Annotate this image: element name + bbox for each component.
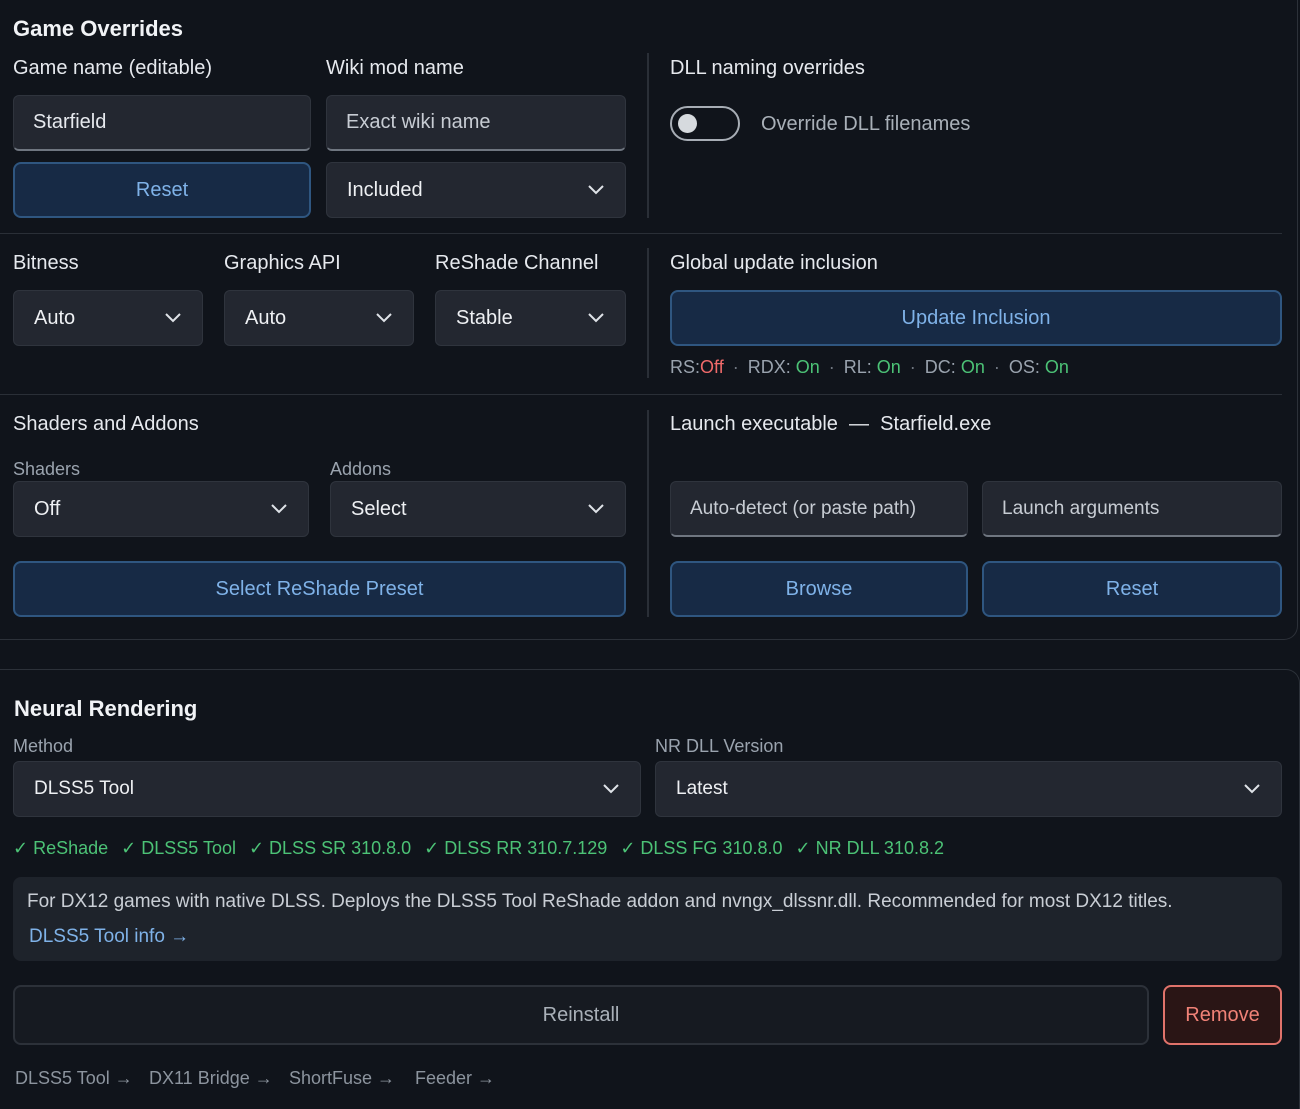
shaders-label: Shaders <box>13 459 81 479</box>
reinstall-button[interactable]: Reinstall <box>13 985 1149 1045</box>
status-rl: RL: On <box>843 357 901 377</box>
launch-path-placeholder: Auto-detect (or paste path) <box>690 497 917 519</box>
status-rdx: RDX: On <box>747 357 820 377</box>
chevron-down-icon <box>270 500 288 518</box>
chevron-down-icon <box>164 309 182 327</box>
launch-exe-name: Starfield.exe <box>880 413 992 435</box>
check-dlss5-tool: ✓ DLSS5 Tool <box>121 838 236 858</box>
browse-button[interactable]: Browse <box>670 561 968 617</box>
chevron-down-icon <box>375 309 393 327</box>
select-reshade-preset-button[interactable]: Select ReShade Preset <box>13 561 626 617</box>
dlss5-tool-info-link[interactable]: DLSS5 Tool info → <box>29 926 189 948</box>
addons-label: Addons <box>330 459 392 479</box>
graphics-api-select[interactable]: Auto <box>224 290 414 346</box>
global-update-label: Global update inclusion <box>670 252 878 274</box>
wiki-mod-name-input[interactable]: Exact wiki name <box>326 95 626 151</box>
shaders-value: Off <box>34 497 61 520</box>
check-dlss-sr: ✓ DLSS SR 310.8.0 <box>248 838 412 858</box>
method-description: For DX12 games with native DLSS. Deploys… <box>27 891 1173 912</box>
launch-arguments-input[interactable]: Launch arguments <box>982 481 1282 537</box>
method-label: Method <box>13 736 74 756</box>
reset-launch-button[interactable]: Reset <box>982 561 1282 617</box>
bitness-select[interactable]: Auto <box>13 290 203 346</box>
addons-value: Select <box>351 497 407 520</box>
shaders-select[interactable]: Off <box>13 481 309 537</box>
inclusion-select[interactable]: Included <box>326 162 626 218</box>
section-title-game-overrides: Game Overrides <box>13 16 183 41</box>
status-os: OS: On <box>1008 357 1069 377</box>
game-name-label: Game name (editable) <box>13 57 212 79</box>
footer-link-dlss5-tool[interactable]: DLSS5 Tool → <box>15 1068 133 1089</box>
chevron-down-icon <box>1243 780 1261 798</box>
reshade-channel-value: Stable <box>456 306 513 329</box>
check-dlss-fg: ✓ DLSS FG 310.8.0 <box>620 838 783 858</box>
graphics-api-value: Auto <box>245 306 287 329</box>
horizontal-divider <box>0 394 1282 395</box>
update-inclusion-button[interactable]: Update Inclusion <box>670 290 1282 346</box>
dll-naming-label: DLL naming overrides <box>670 57 865 79</box>
method-select[interactable]: DLSS5 Tool <box>13 761 641 817</box>
reshade-channel-label: ReShade Channel <box>435 252 599 274</box>
chevron-down-icon <box>602 780 620 798</box>
method-description-box: For DX12 games with native DLSS. Deploys… <box>13 877 1282 961</box>
vertical-divider <box>647 410 649 617</box>
wiki-mod-name-label: Wiki mod name <box>326 57 464 79</box>
footer-link-feeder[interactable]: Feeder → <box>415 1068 495 1089</box>
status-rs: RS:Off <box>670 357 724 377</box>
vertical-divider <box>647 53 649 218</box>
footer-link-shortfuse[interactable]: ShortFuse → <box>289 1068 395 1089</box>
nr-dll-version-label: NR DLL Version <box>655 736 784 756</box>
addons-select[interactable]: Select <box>330 481 626 537</box>
launch-executable-label: Launch executable — Starfield.exe <box>670 413 992 435</box>
bitness-label: Bitness <box>13 252 79 274</box>
reset-game-name-button[interactable]: Reset <box>13 162 311 218</box>
launch-arguments-placeholder: Launch arguments <box>1002 497 1160 519</box>
nr-dll-version-select[interactable]: Latest <box>655 761 1282 817</box>
method-value: DLSS5 Tool <box>34 778 134 799</box>
launch-path-input[interactable]: Auto-detect (or paste path) <box>670 481 968 537</box>
wiki-mod-name-placeholder: Exact wiki name <box>346 111 491 133</box>
shaders-addons-title: Shaders and Addons <box>13 413 199 435</box>
horizontal-divider <box>0 233 1282 234</box>
chevron-down-icon <box>587 181 605 199</box>
graphics-api-label: Graphics API <box>224 252 341 274</box>
vertical-divider <box>647 248 649 378</box>
check-reshade: ✓ ReShade <box>13 838 109 858</box>
check-dlss-rr: ✓ DLSS RR 310.7.129 <box>424 838 608 858</box>
footer-link-dx11-bridge[interactable]: DX11 Bridge → <box>149 1068 273 1089</box>
status-dc: DC: On <box>924 357 985 377</box>
section-title-neural-rendering: Neural Rendering <box>14 696 198 721</box>
chevron-down-icon <box>587 309 605 327</box>
chevron-down-icon <box>587 500 605 518</box>
override-dll-label: Override DLL filenames <box>761 113 971 135</box>
component-checks: ✓ ReShade ✓ DLSS5 Tool ✓ DLSS SR 310.8.0 ✓ … <box>13 838 957 859</box>
toggle-knob <box>678 114 697 133</box>
nr-dll-version-value: Latest <box>676 778 728 799</box>
status-line: RS:Off · RDX: On · RL: On · DC: On · OS: On <box>670 357 1069 377</box>
override-dll-toggle[interactable] <box>670 106 740 141</box>
inclusion-value: Included <box>347 178 423 201</box>
bitness-value: Auto <box>34 306 76 329</box>
game-name-input[interactable]: Starfield <box>13 95 311 151</box>
check-nr-dll: ✓ NR DLL 310.8.2 <box>795 838 945 858</box>
remove-button[interactable]: Remove <box>1163 985 1282 1045</box>
game-name-value: Starfield <box>33 111 107 133</box>
reshade-channel-select[interactable]: Stable <box>435 290 626 346</box>
